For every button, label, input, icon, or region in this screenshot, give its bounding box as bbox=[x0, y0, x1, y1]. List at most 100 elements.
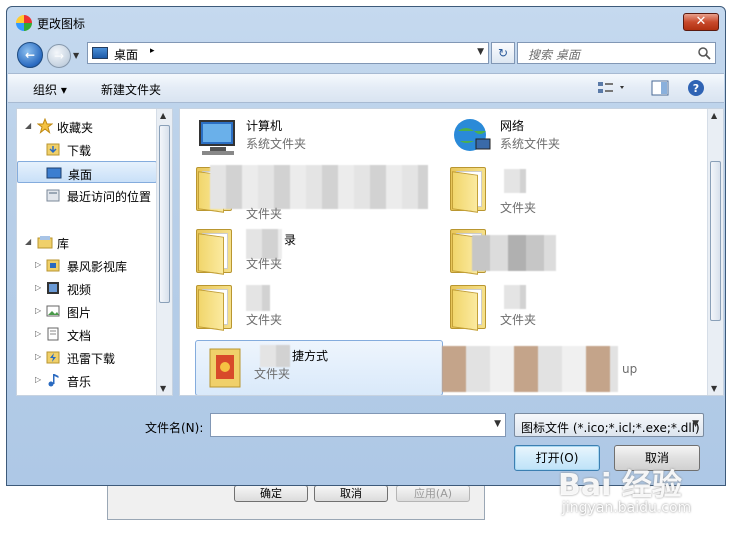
breadcrumb-chevron-icon[interactable]: ▸ bbox=[150, 46, 155, 56]
sidebar-item-downloads[interactable]: 下载 bbox=[17, 138, 157, 160]
expand-icon[interactable]: ◢ bbox=[25, 237, 31, 246]
file-item-folder[interactable]: 录 文件夹 bbox=[188, 225, 436, 281]
organize-menu[interactable]: 组织 ▾ bbox=[33, 81, 67, 98]
sidebar-item-favorites[interactable]: ◢ 收藏夹 bbox=[17, 115, 157, 137]
forward-button[interactable]: → bbox=[47, 44, 71, 68]
file-item-network[interactable]: 网络 系统文件夹 bbox=[442, 111, 690, 167]
network-icon bbox=[454, 119, 491, 151]
sidebar-item-label: 下载 bbox=[67, 144, 92, 158]
file-item-folder[interactable]: 文件夹 bbox=[188, 281, 436, 337]
desktop-icon bbox=[46, 167, 62, 179]
title-bar: 更改图标 ✕ bbox=[7, 7, 725, 37]
close-button[interactable]: ✕ bbox=[683, 13, 719, 31]
file-item-folder[interactable]: 文件夹 bbox=[442, 281, 690, 337]
new-folder-button[interactable]: 新建文件夹 bbox=[101, 81, 161, 98]
filename-dropdown-icon[interactable]: ▼ bbox=[494, 419, 501, 429]
address-bar[interactable]: 桌面 ▸ ▼ bbox=[87, 42, 489, 64]
sidebar-item-label: 收藏夹 bbox=[57, 121, 94, 135]
sidebar-item-libraries[interactable]: ◢ 库 bbox=[17, 231, 157, 253]
sidebar-item-label: 文档 bbox=[67, 329, 92, 343]
back-button[interactable]: ← bbox=[17, 42, 43, 68]
file-name: 计算机 bbox=[246, 119, 283, 133]
search-icon[interactable] bbox=[697, 46, 711, 60]
file-list: 计算机 系统文件夹 网络 系统文件夹 文件夹 文件夹 录 文件夹 文件夹 文件夹… bbox=[179, 108, 724, 396]
file-desc: 文件夹 bbox=[500, 201, 537, 215]
download-folder-icon bbox=[46, 143, 60, 156]
filetype-select[interactable]: 图标文件 (*.ico;*.icl;*.exe;*.dll) ▼ bbox=[514, 413, 704, 437]
thunder-download-icon bbox=[46, 351, 60, 364]
address-dropdown-icon[interactable]: ▼ bbox=[477, 47, 484, 57]
search-placeholder: 搜索 桌面 bbox=[528, 48, 580, 62]
app-icon bbox=[16, 15, 32, 31]
sidebar-item-label: 暴风影视库 bbox=[67, 260, 128, 274]
blurred-region bbox=[504, 169, 526, 193]
refresh-button[interactable]: ↻ bbox=[491, 42, 515, 64]
sidebar-scrollbar[interactable]: ▲ ▼ bbox=[156, 109, 172, 395]
blurred-region bbox=[246, 285, 270, 311]
sidebar-item-video[interactable]: ▷ 视频 bbox=[17, 277, 157, 299]
scroll-up-icon[interactable]: ▲ bbox=[160, 111, 166, 120]
sidebar-item-thunder-download[interactable]: ▷ 迅雷下载 bbox=[17, 346, 157, 368]
filetype-value: 图标文件 (*.ico;*.icl;*.exe;*.dll) bbox=[521, 421, 700, 435]
collapse-icon[interactable]: ▷ bbox=[35, 306, 41, 315]
sidebar-item-label: 视频 bbox=[67, 283, 92, 297]
computer-icon bbox=[199, 120, 235, 155]
sidebar-item-label: 音乐 bbox=[67, 375, 92, 389]
sidebar-item-desktop[interactable]: 桌面 bbox=[17, 161, 157, 183]
background-cancel-button[interactable]: 取消 bbox=[314, 485, 388, 502]
file-item-computer[interactable]: 计算机 系统文件夹 bbox=[188, 111, 436, 167]
file-desc: 系统文件夹 bbox=[500, 137, 561, 151]
file-item-shortcut-folder[interactable]: 捷方式 文件夹 bbox=[195, 340, 443, 395]
content-scrollbar[interactable]: ▲ ▼ bbox=[707, 109, 723, 395]
background-ok-button[interactable]: 确定 bbox=[234, 485, 308, 502]
video-icon bbox=[47, 282, 59, 294]
collapse-icon[interactable]: ▷ bbox=[35, 329, 41, 338]
sidebar-item-recent-places[interactable]: 最近访问的位置 bbox=[17, 184, 157, 206]
blurred-region bbox=[442, 346, 618, 392]
scrollbar-thumb[interactable] bbox=[159, 125, 170, 303]
view-options-icon[interactable] bbox=[596, 79, 628, 97]
change-icon-dialog: 更改图标 ✕ ← → ▼ 桌面 ▸ ▼ ↻ 搜索 桌面 组织 ▾ 新建文件夹 ?… bbox=[6, 6, 726, 486]
scroll-up-icon[interactable]: ▲ bbox=[711, 111, 717, 120]
sidebar-item-documents[interactable]: ▷ 文档 bbox=[17, 323, 157, 345]
file-desc: 文件夹 bbox=[246, 257, 283, 271]
sidebar-item-label: 桌面 bbox=[68, 168, 93, 182]
scroll-down-icon[interactable]: ▼ bbox=[160, 384, 166, 393]
collapse-icon[interactable]: ▷ bbox=[35, 260, 41, 269]
library-icon bbox=[37, 236, 53, 249]
blurred-region bbox=[260, 345, 290, 367]
desktop-icon bbox=[92, 47, 108, 59]
help-icon[interactable]: ? bbox=[686, 79, 706, 97]
shortcut-folder-icon bbox=[209, 348, 241, 388]
folder-icon bbox=[450, 285, 486, 331]
blurred-region bbox=[504, 285, 526, 309]
file-item-folder[interactable]: 文件夹 bbox=[442, 163, 690, 219]
expand-icon[interactable]: ◢ bbox=[25, 121, 31, 130]
sidebar-item-music[interactable]: ▷ 音乐 bbox=[17, 369, 157, 391]
scrollbar-thumb[interactable] bbox=[710, 161, 721, 321]
picture-icon bbox=[46, 305, 60, 317]
sidebar-item-label: 库 bbox=[57, 237, 70, 251]
search-input[interactable]: 搜索 桌面 bbox=[517, 42, 716, 64]
sidebar-item-video-library[interactable]: ▷ 暴风影视库 bbox=[17, 254, 157, 276]
file-item-app[interactable]: up bbox=[442, 340, 690, 395]
scroll-down-icon[interactable]: ▼ bbox=[711, 384, 717, 393]
file-desc: 文件夹 bbox=[246, 207, 283, 221]
file-item-folder[interactable] bbox=[442, 225, 690, 281]
address-location[interactable]: 桌面 bbox=[114, 46, 138, 63]
filename-input[interactable]: ▼ bbox=[210, 413, 506, 437]
file-item-folder[interactable]: 文件夹 bbox=[188, 163, 436, 221]
refresh-icon: ↻ bbox=[497, 46, 509, 60]
music-icon bbox=[48, 374, 59, 387]
file-desc: 系统文件夹 bbox=[246, 137, 307, 151]
preview-pane-icon[interactable] bbox=[650, 79, 670, 97]
filetype-dropdown-icon[interactable]: ▼ bbox=[692, 419, 699, 429]
collapse-icon[interactable]: ▷ bbox=[35, 283, 41, 292]
sidebar-item-label: 迅雷下载 bbox=[67, 352, 116, 366]
navigation-pane: ◢ 收藏夹 下载 桌面 最近访问的位置 ◢ 库 ▷ 暴风影视库 ▷ 视频 ▷ 图… bbox=[16, 108, 173, 396]
collapse-icon[interactable]: ▷ bbox=[35, 352, 41, 361]
watermark-brand: Bai 经验 bbox=[558, 468, 682, 503]
history-dropdown-icon[interactable]: ▼ bbox=[73, 51, 79, 60]
collapse-icon[interactable]: ▷ bbox=[35, 375, 41, 384]
sidebar-item-pictures[interactable]: ▷ 图片 bbox=[17, 300, 157, 322]
